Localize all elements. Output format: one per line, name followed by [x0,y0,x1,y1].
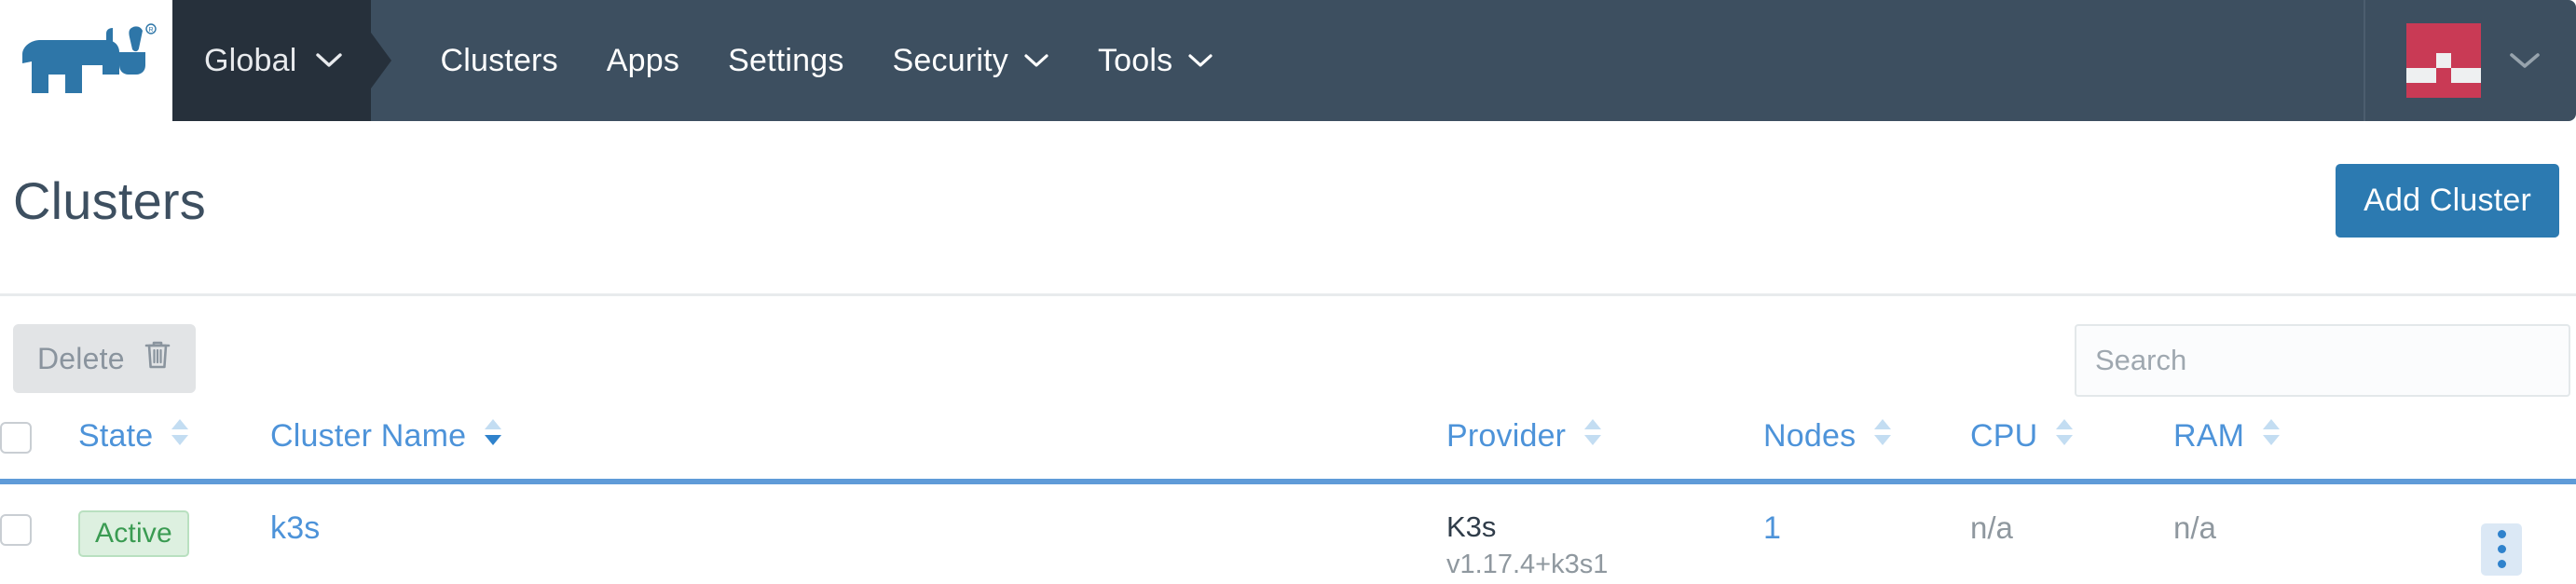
chevron-down-icon [315,52,343,69]
table-header-row: State Cluster Name Provider Nodes CPU RA… [0,414,2576,484]
nav-links: Clusters Apps Settings Security Tools [371,0,1238,121]
nav-item-label: Apps [606,42,680,78]
nav-item-label: Tools [1097,42,1173,78]
user-menu[interactable] [2364,0,2576,121]
column-label: CPU [1970,418,2038,454]
column-label: Cluster Name [270,418,467,454]
kebab-dot [2497,560,2506,568]
provider-version: v1.17.4+k3s1 [1446,549,1609,579]
sort-both-icon [2052,414,2076,458]
column-header-state[interactable]: State [78,414,270,484]
kebab-menu-icon[interactable] [2481,523,2522,576]
ram-value: n/a [2173,510,2216,545]
sort-asc-icon [481,414,505,458]
cell-nodes: 1 [1763,482,1970,584]
search-input[interactable] [2075,324,2570,397]
top-navigation-bar: R Global Clusters Apps Settings Security [0,0,2576,121]
table-row: Active k3s K3s v1.17.4+k3s1 1 n/a n/a [0,482,2576,584]
column-header-cluster-name[interactable]: Cluster Name [270,414,1446,484]
row-checkbox[interactable] [0,514,32,547]
kebab-dot [2497,530,2506,538]
nav-item-label: Settings [728,42,844,78]
select-all-checkbox[interactable] [0,422,32,455]
sort-both-icon [1870,414,1895,458]
column-header-ram[interactable]: RAM [2173,414,2481,484]
cluster-name-link[interactable]: k3s [270,510,321,546]
cell-cpu: n/a [1970,482,2173,584]
nav-shell: Global Clusters Apps Settings Security T… [172,0,2576,121]
column-header-actions [2481,414,2576,484]
table-head: State Cluster Name Provider Nodes CPU RA… [0,414,2576,484]
user-identicon-avatar [2406,23,2481,98]
rancher-logo[interactable]: R [0,0,172,121]
column-header-nodes[interactable]: Nodes [1763,414,1970,484]
cell-state: Active [78,482,270,584]
svg-text:R: R [148,27,153,34]
cell-provider: K3s v1.17.4+k3s1 [1446,482,1763,584]
nav-item-label: Clusters [440,42,558,78]
status-badge: Active [78,510,189,557]
cell-actions [2481,482,2576,584]
column-label: State [78,418,154,454]
page-header: Clusters Add Cluster [0,121,2576,279]
delete-button-label: Delete [37,341,125,375]
sort-both-icon [2259,414,2283,458]
nodes-count-link[interactable]: 1 [1763,510,1781,546]
column-header-cpu[interactable]: CPU [1970,414,2173,484]
sort-both-icon [168,414,192,458]
cell-cluster-name: k3s [270,482,1446,584]
table-toolbar: Delete [0,324,2576,408]
kebab-dot [2497,545,2506,553]
table-body: Active k3s K3s v1.17.4+k3s1 1 n/a n/a [0,482,2576,584]
column-label: Provider [1446,418,1567,454]
nav-item-security[interactable]: Security [869,43,1074,79]
trash-icon [144,339,171,378]
sort-both-icon [1581,414,1605,458]
select-all-header [0,414,78,484]
column-header-provider[interactable]: Provider [1446,414,1763,484]
header-divider [0,293,2576,296]
chevron-down-icon [1023,53,1049,69]
nav-item-apps[interactable]: Apps [582,43,704,79]
nav-item-settings[interactable]: Settings [704,43,868,79]
column-label: RAM [2173,418,2245,454]
chevron-down-icon [2509,51,2541,70]
chevron-down-icon [1187,53,1213,69]
nav-item-tools[interactable]: Tools [1074,43,1238,79]
cpu-value: n/a [1970,510,2013,545]
provider-name: K3s [1446,510,1497,543]
row-select-cell [0,482,78,584]
nav-item-label: Security [892,42,1008,78]
add-cluster-button[interactable]: Add Cluster [2336,163,2559,238]
clusters-table: State Cluster Name Provider Nodes CPU RA… [0,414,2576,584]
rancher-bull-logo: R [21,23,157,93]
nav-scope-selector-global[interactable]: Global [172,0,372,121]
nav-item-clusters[interactable]: Clusters [416,43,582,79]
nav-scope-label: Global [204,42,297,78]
page-title: Clusters [13,170,206,230]
delete-button[interactable]: Delete [13,324,196,393]
cell-ram: n/a [2173,482,2481,584]
column-label: Nodes [1763,418,1857,454]
